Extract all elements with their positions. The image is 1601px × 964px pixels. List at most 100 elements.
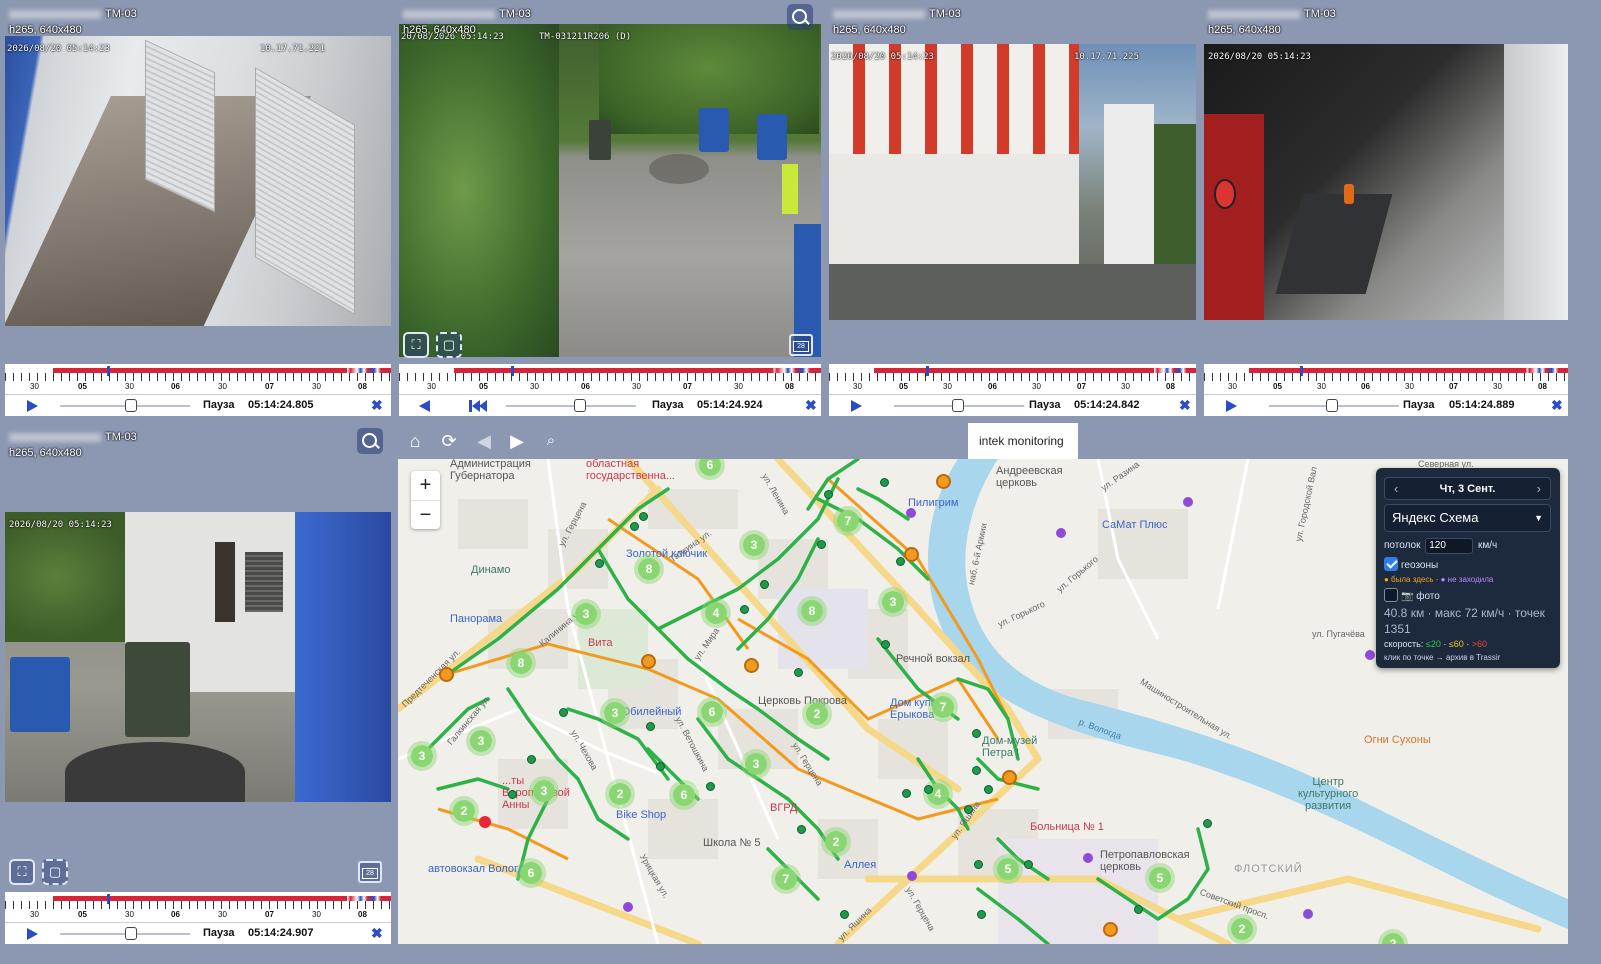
close-button[interactable]: ✖ — [1551, 397, 1563, 414]
slider-knob[interactable] — [125, 927, 137, 940]
photo-checkbox[interactable] — [1384, 588, 1398, 602]
track-point[interactable] — [656, 762, 665, 771]
select-region-icon[interactable]: ▢ — [436, 332, 462, 358]
track-point[interactable] — [740, 605, 749, 614]
select-region-icon[interactable]: ▢ — [42, 859, 68, 885]
track-cluster[interactable]: 7 — [833, 506, 863, 536]
track-cluster[interactable]: 3 — [407, 741, 437, 771]
map-type-select[interactable]: Яндекс Схема ▼ — [1384, 504, 1551, 532]
camera-tile-2[interactable]: ТМ-03 h265, 640x480 20/08/2026 05:14:23 T… — [394, 0, 824, 416]
track-point[interactable] — [924, 785, 933, 794]
camera-tile-3[interactable]: ТМ-03 h265, 640x480 2026/08/20 05:14:23 1… — [824, 0, 1199, 416]
track-point[interactable] — [559, 708, 568, 717]
close-button[interactable]: ✖ — [1179, 397, 1191, 414]
tab-intek-monitoring[interactable]: intek monitoring — [968, 423, 1078, 459]
calendar-icon[interactable]: 28 — [358, 861, 382, 883]
close-button[interactable]: ✖ — [371, 397, 383, 414]
timeline[interactable]: 30 05 30 06 30 07 30 08 — [5, 892, 391, 922]
calendar-icon[interactable]: 28 — [789, 334, 813, 356]
track-point[interactable] — [797, 825, 806, 834]
track-cluster[interactable]: 2 — [1227, 914, 1257, 944]
track-point[interactable] — [817, 540, 826, 549]
track-point[interactable] — [902, 789, 911, 798]
stop-marker[interactable] — [439, 667, 454, 682]
geozone-not-visited-marker[interactable] — [1365, 650, 1375, 660]
camera-tile-5[interactable]: ТМ-03 h265, 640x480 2026/08/20 05:14:23 ⛶… — [0, 423, 394, 964]
track-cluster[interactable]: 3 — [466, 726, 496, 756]
zoom-out-button[interactable]: − — [411, 500, 440, 529]
stop-marker[interactable] — [1103, 922, 1118, 937]
video-frame[interactable]: 2026/08/20 05:14:23 10.17.71.225 — [829, 44, 1196, 320]
timeline[interactable]: 30 05 30 06 30 07 30 08 — [399, 364, 821, 394]
speed-slider[interactable] — [506, 405, 636, 407]
track-cluster[interactable]: 8 — [797, 596, 827, 626]
back-arrow-icon[interactable]: ◀ — [473, 431, 495, 451]
track-cluster[interactable]: 8 — [506, 648, 536, 678]
close-button[interactable]: ✖ — [371, 925, 383, 942]
play-button[interactable] — [851, 400, 862, 412]
play-button[interactable] — [27, 928, 38, 940]
forward-arrow-icon[interactable]: ▶ — [506, 431, 528, 451]
track-cluster[interactable]: 3 — [571, 599, 601, 629]
track-cluster[interactable]: 6 — [669, 780, 699, 810]
play-button[interactable] — [1226, 400, 1237, 412]
track-point[interactable] — [964, 805, 973, 814]
track-point[interactable] — [1203, 819, 1212, 828]
speed-ceiling-input[interactable]: 120 — [1425, 538, 1474, 554]
track-point[interactable] — [794, 668, 803, 677]
geozone-not-visited-marker[interactable] — [623, 902, 633, 912]
track-cluster[interactable]: 6 — [697, 697, 727, 727]
track-point[interactable] — [824, 490, 833, 499]
geozones-checkbox[interactable] — [1384, 557, 1398, 571]
current-position-marker[interactable] — [479, 816, 491, 828]
track-cluster[interactable]: 4 — [923, 779, 953, 809]
track-point[interactable] — [974, 860, 983, 869]
track-cluster[interactable]: 2 — [605, 779, 635, 809]
track-cluster[interactable]: 7 — [928, 692, 958, 722]
geozone-not-visited-marker[interactable] — [1056, 528, 1066, 538]
track-point[interactable] — [880, 478, 889, 487]
track-point[interactable] — [508, 790, 517, 799]
stop-marker[interactable] — [1002, 770, 1017, 785]
geozone-not-visited-marker[interactable] — [906, 508, 916, 518]
track-cluster[interactable]: 8 — [634, 554, 664, 584]
video-frame[interactable]: 2026/08/20 05:14:23 — [5, 512, 391, 802]
track-point[interactable] — [1024, 860, 1033, 869]
track-point[interactable] — [646, 722, 655, 731]
refresh-icon[interactable]: ⟳ — [438, 431, 460, 451]
stop-marker[interactable] — [936, 474, 951, 489]
camera-tile-4[interactable]: ТМ-03 h265, 640x480 2026/08/20 05:14:23 3… — [1199, 0, 1601, 416]
home-icon[interactable]: ⌂ — [404, 431, 426, 451]
play-button[interactable] — [27, 400, 38, 412]
track-cluster[interactable]: 3 — [600, 698, 630, 728]
track-point[interactable] — [630, 522, 639, 531]
zoom-icon[interactable] — [787, 4, 813, 30]
timeline[interactable]: 30 05 30 06 30 07 30 08 — [5, 364, 391, 394]
track-point[interactable] — [760, 580, 769, 589]
track-cluster[interactable]: 4 — [701, 598, 731, 628]
zoom-in-button[interactable]: + — [411, 471, 440, 500]
timeline[interactable]: 30 05 30 06 30 07 30 08 — [1204, 364, 1568, 394]
slider-knob[interactable] — [125, 399, 137, 412]
geozone-not-visited-marker[interactable] — [1303, 909, 1313, 919]
geozone-not-visited-marker[interactable] — [907, 871, 917, 881]
zoom-icon[interactable] — [357, 428, 383, 454]
stop-marker[interactable] — [744, 658, 759, 673]
slider-knob[interactable] — [952, 399, 964, 412]
next-day-button[interactable]: › — [1537, 481, 1541, 496]
stop-marker[interactable] — [904, 547, 919, 562]
geozone-not-visited-marker[interactable] — [1083, 853, 1093, 863]
fullscreen-icon[interactable]: ⛶ — [403, 332, 429, 358]
track-point[interactable] — [977, 910, 986, 919]
track-cluster[interactable]: 7 — [771, 864, 801, 894]
track-cluster[interactable]: 2 — [802, 699, 832, 729]
search-icon[interactable]: ⌕ — [540, 431, 562, 451]
track-cluster[interactable]: 5 — [993, 854, 1023, 884]
track-point[interactable] — [639, 512, 648, 521]
track-point[interactable] — [896, 557, 905, 566]
video-frame[interactable]: 20/08/2026 05:14:23 TM-031211R206 (D) — [399, 24, 821, 357]
slider-knob[interactable] — [1326, 399, 1338, 412]
track-cluster[interactable]: 2 — [821, 827, 851, 857]
geozone-not-visited-marker[interactable] — [1183, 497, 1193, 507]
track-cluster[interactable]: 3 — [529, 776, 559, 806]
